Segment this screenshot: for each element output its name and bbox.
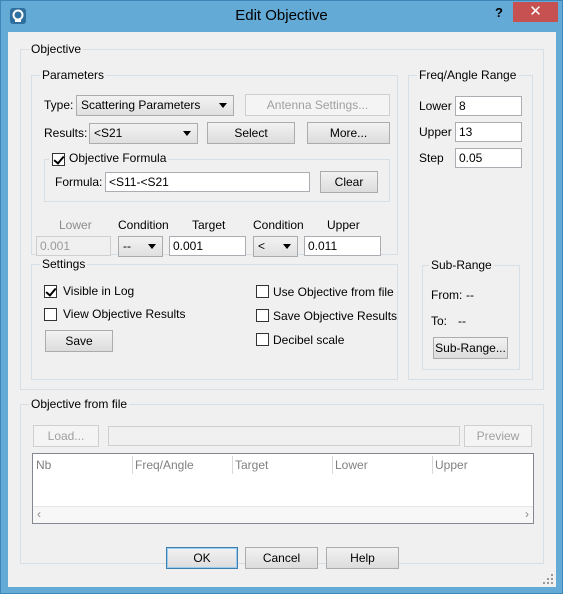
table-column-header[interactable]: Nb (33, 454, 132, 476)
formula-checkbox-label[interactable]: Objective Formula (69, 151, 166, 165)
chevron-down-icon (219, 103, 227, 108)
freq-lower-label: Lower (419, 99, 452, 113)
preview-button[interactable]: Preview (464, 425, 532, 447)
antenna-settings-button[interactable]: Antenna Settings... (245, 94, 390, 116)
window-title: Edit Objective (235, 7, 328, 24)
condition2-header: Condition (253, 218, 304, 232)
results-select[interactable]: <S21 (89, 123, 198, 144)
type-select-value: Scattering Parameters (81, 98, 201, 112)
table-column-header[interactable]: Target (232, 454, 332, 476)
formula-checkbox[interactable] (52, 153, 65, 166)
help-icon[interactable]: ? (490, 5, 508, 21)
upper-header: Upper (327, 218, 360, 232)
visible-in-log-label[interactable]: Visible in Log (63, 284, 134, 298)
horizontal-scrollbar[interactable]: ‹ › (33, 506, 533, 523)
column-divider[interactable] (232, 456, 233, 474)
type-select[interactable]: Scattering Parameters (76, 95, 234, 116)
chevron-down-icon (148, 244, 156, 249)
chevron-down-icon (183, 131, 191, 136)
file-path-input[interactable] (108, 426, 460, 446)
use-from-file-label[interactable]: Use Objective from file (273, 285, 394, 299)
from-file-legend: Objective from file (29, 397, 130, 411)
settings-group: Settings Visible in Log View Objective R… (31, 257, 398, 380)
parameters-legend: Parameters (40, 68, 107, 82)
freq-range-group: Freq/Angle Range Lower 8 Upper 13 Step 0… (408, 68, 533, 380)
freq-range-legend: Freq/Angle Range (417, 68, 519, 82)
cancel-button[interactable]: Cancel (245, 547, 318, 569)
subrange-button[interactable]: Sub-Range... (433, 337, 508, 359)
preview-table[interactable]: Nb Freq/Angle Target Lower Upper ‹ › (32, 453, 534, 524)
visible-in-log-checkbox[interactable] (44, 285, 57, 298)
target-input[interactable]: 0.001 (169, 236, 246, 256)
table-column-header[interactable]: Upper (432, 454, 533, 476)
formula-legend: Objective Formula (49, 151, 169, 165)
load-button[interactable]: Load... (33, 425, 99, 447)
from-file-group: Objective from file Load... Preview Nb Fr… (20, 397, 544, 564)
condition1-select[interactable]: -- (118, 236, 163, 257)
decibel-checkbox[interactable] (256, 333, 269, 346)
save-results-label[interactable]: Save Objective Results (273, 309, 397, 323)
formula-label: Formula: (55, 175, 103, 189)
ok-button[interactable]: OK (166, 547, 238, 569)
clear-button[interactable]: Clear (320, 171, 378, 193)
results-select-value: <S21 (94, 126, 123, 140)
target-header: Target (192, 218, 226, 232)
subrange-legend: Sub-Range (429, 258, 494, 272)
objective-legend: Objective (29, 42, 84, 56)
view-results-label[interactable]: View Objective Results (63, 307, 186, 321)
formula-input[interactable]: <S11-<S21 (105, 172, 310, 192)
check-icon (45, 285, 57, 297)
from-label: From: (431, 288, 463, 302)
save-button[interactable]: Save (45, 330, 113, 352)
column-divider[interactable] (332, 456, 333, 474)
lower-header: Lower (59, 218, 92, 232)
table-column-header[interactable]: Lower (332, 454, 432, 476)
to-value: -- (458, 314, 466, 328)
freq-upper-label: Upper (419, 125, 452, 139)
column-divider[interactable] (132, 456, 133, 474)
scroll-left-icon[interactable]: ‹ (37, 507, 41, 521)
view-results-checkbox[interactable] (44, 308, 57, 321)
subrange-group: Sub-Range From: -- To: -- Sub-Range... (422, 258, 520, 370)
condition1-header: Condition (118, 218, 169, 232)
freq-step-label: Step (419, 151, 444, 165)
lower-input[interactable]: 0.001 (36, 236, 111, 256)
decibel-label[interactable]: Decibel scale (273, 333, 344, 347)
resize-grip-icon[interactable] (543, 574, 553, 584)
parameters-group: Parameters Type: Scattering Parameters A… (31, 68, 398, 257)
condition2-select[interactable]: < (253, 236, 298, 257)
more-button[interactable]: More... (307, 122, 390, 144)
select-button[interactable]: Select (207, 122, 295, 144)
to-label: To: (431, 314, 448, 328)
scroll-right-icon[interactable]: › (525, 507, 529, 521)
objective-group: Objective Parameters Type: Scattering Pa… (20, 42, 544, 390)
check-icon (53, 153, 65, 165)
freq-step-input[interactable]: 0.05 (455, 148, 522, 168)
dialog-client: Objective Parameters Type: Scattering Pa… (8, 32, 556, 587)
save-results-checkbox[interactable] (256, 309, 269, 322)
type-label: Type: (44, 98, 74, 112)
column-divider[interactable] (432, 456, 433, 474)
condition2-value: < (258, 239, 266, 253)
results-label: Results: (44, 126, 88, 140)
use-from-file-checkbox[interactable] (256, 285, 269, 298)
close-button[interactable]: ✕ (513, 2, 558, 22)
condition1-value: -- (123, 239, 131, 253)
from-value: -- (466, 288, 474, 302)
settings-legend: Settings (40, 257, 88, 271)
chevron-down-icon (283, 244, 291, 249)
upper-input[interactable]: 0.011 (304, 236, 381, 256)
help-button[interactable]: Help (326, 547, 399, 569)
freq-upper-input[interactable]: 13 (455, 122, 522, 142)
freq-lower-input[interactable]: 8 (455, 96, 522, 116)
title-bar[interactable]: Edit Objective ? ✕ (1, 1, 562, 32)
table-column-header[interactable]: Freq/Angle (132, 454, 232, 476)
formula-group: Objective Formula Formula: <S11-<S21 Cle… (44, 151, 390, 202)
edit-objective-window: Edit Objective ? ✕ Objective Parameters … (0, 0, 563, 594)
